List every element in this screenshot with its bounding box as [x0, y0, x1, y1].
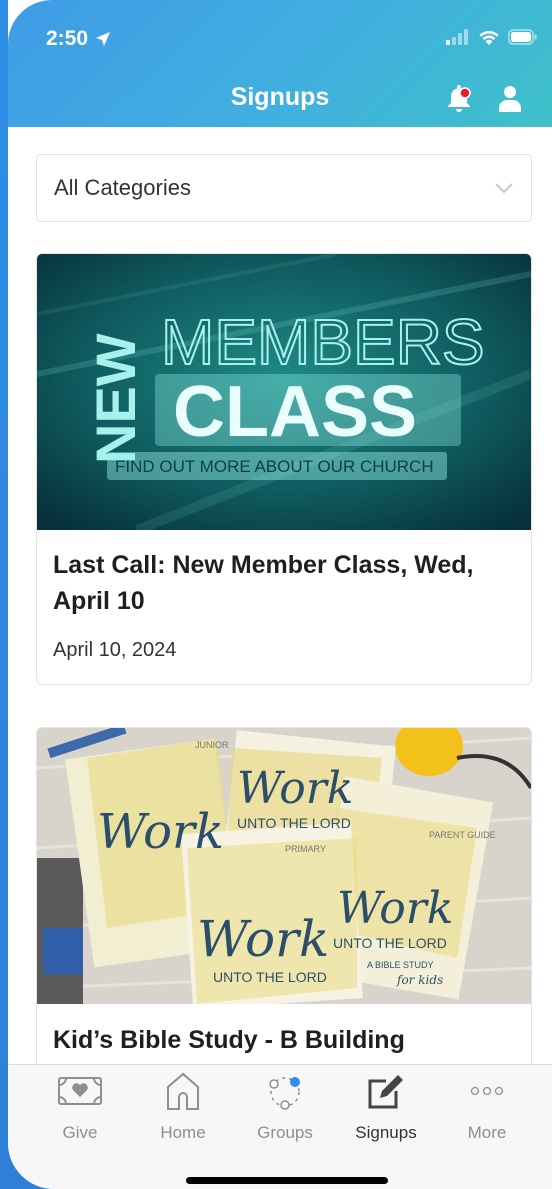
image-text-for-kids: for kids [396, 973, 443, 987]
new-members-class-image: NEW MEMBERS CLASS FIND OUT MORE ABOUT OU… [37, 254, 531, 530]
image-text-tagline: FIND OUT MORE ABOUT OUR CHURCH [115, 457, 434, 476]
tab-bar: Give Home Groups Signups More [8, 1064, 552, 1189]
image-text-unto-1: UNTO THE LORD [237, 815, 351, 831]
signup-card[interactable]: Work Work Work Work UNTO THE LORD UNTO T… [36, 727, 532, 1064]
tab-label: More [467, 1123, 507, 1142]
image-text-members: MEMBERS [161, 306, 485, 378]
tab-home[interactable]: Home [133, 1071, 233, 1143]
home-indicator[interactable] [186, 1177, 388, 1184]
status-time: 2:50 [46, 27, 112, 51]
image-text-work-2: Work [237, 763, 353, 814]
category-filter-select[interactable]: All Categories [36, 154, 532, 222]
signup-date: April 10, 2024 [53, 639, 177, 661]
image-text-work-4: Work [197, 910, 329, 968]
tab-label: Home [160, 1123, 206, 1142]
image-text-new: NEW [84, 333, 147, 464]
tab-more[interactable]: More [437, 1071, 537, 1143]
image-text-parent-guide: PARENT GUIDE [429, 830, 496, 840]
image-text-work-3: Work [337, 883, 453, 934]
image-text-unto-3: UNTO THE LORD [213, 969, 327, 985]
groups-icon [269, 1077, 300, 1110]
signup-title[interactable]: Kid’s Bible Study - B Building [53, 1022, 523, 1058]
signups-icon [368, 1075, 403, 1109]
signups-list[interactable]: All Categories NEW MEMBERS CLASS FIND OU… [8, 127, 552, 1064]
tab-signups[interactable]: Signups [336, 1071, 436, 1143]
tab-label: Give [62, 1123, 98, 1142]
tab-label: Signups [355, 1123, 417, 1142]
tab-give[interactable]: Give [30, 1071, 130, 1143]
signup-title[interactable]: Last Call: New Member Class, Wed, April … [53, 547, 523, 619]
image-text-primary: PRIMARY [285, 844, 326, 854]
location-arrow-icon [96, 32, 111, 46]
battery-icon [508, 29, 537, 45]
status-time-text: 2:50 [46, 27, 89, 50]
tab-label: Groups [257, 1123, 313, 1142]
tab-groups[interactable]: Groups [235, 1071, 335, 1143]
profile-icon[interactable] [498, 85, 522, 113]
image-text-bible-study: A BIBLE STUDY [367, 960, 434, 970]
signup-card[interactable]: NEW MEMBERS CLASS FIND OUT MORE ABOUT OU… [36, 253, 532, 685]
image-text-work-1: Work [97, 804, 224, 860]
kids-bible-study-image: Work Work Work Work UNTO THE LORD UNTO T… [37, 728, 531, 1004]
notification-bell-icon[interactable] [444, 84, 474, 114]
image-text-unto-2: UNTO THE LORD [333, 935, 447, 951]
wifi-icon [479, 30, 499, 45]
app-screen: 2:50 Signups All Categories NEW MEMBERS … [8, 0, 552, 1189]
image-text-junior: JUNIOR [195, 740, 229, 750]
give-icon [58, 1077, 102, 1105]
header: 2:50 Signups [8, 0, 552, 127]
home-icon [167, 1072, 199, 1110]
chevron-down-icon [495, 183, 513, 194]
signal-icon [446, 29, 468, 45]
status-icons [446, 29, 538, 45]
category-filter-value: All Categories [54, 175, 191, 200]
more-icon [470, 1086, 504, 1096]
image-text-class: CLASS [173, 372, 417, 452]
